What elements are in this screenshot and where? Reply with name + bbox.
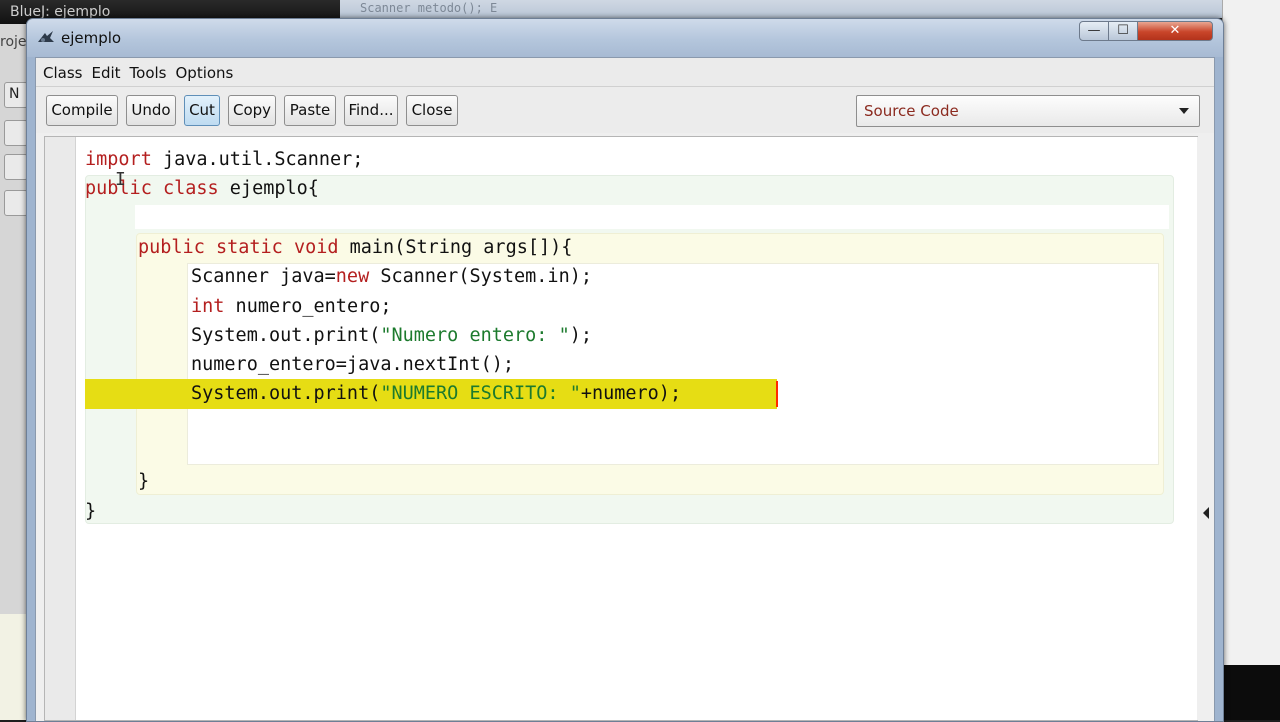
- copy-button[interactable]: Copy: [228, 95, 276, 126]
- code-keyword: import: [85, 149, 152, 170]
- paste-button[interactable]: Paste: [284, 95, 336, 126]
- view-selector-value: Source Code: [864, 102, 959, 120]
- code-text: }: [85, 500, 97, 522]
- code-line[interactable]: int numero_entero;: [191, 294, 392, 320]
- editor-right-strip: [1197, 137, 1213, 720]
- cut-button[interactable]: Cut: [184, 95, 220, 126]
- code-string: "Numero entero: ": [380, 324, 570, 346]
- menu-options[interactable]: Options: [170, 58, 237, 82]
- code-string: "NUMERO ESCRITO: ": [380, 383, 581, 405]
- mouse-ibeam-cursor: I: [115, 169, 126, 190]
- code-line[interactable]: }: [85, 499, 96, 525]
- view-selector[interactable]: Source Code: [856, 95, 1200, 127]
- code-text: ejemplo{: [218, 178, 319, 200]
- code-text: numero_entero=java.nextInt();: [191, 354, 515, 376]
- class-body-highlight: [135, 205, 1169, 229]
- background-panel-button[interactable]: N: [4, 82, 28, 108]
- code-keyword: static: [215, 236, 283, 258]
- menu-class[interactable]: Class: [38, 58, 86, 82]
- code-text: +numero);: [580, 383, 682, 405]
- bluej-app-icon: [38, 31, 54, 42]
- toolbar: Compile Undo Cut Copy Paste Find... Clos…: [36, 87, 1214, 133]
- scroll-position-marker-icon[interactable]: [1203, 507, 1209, 519]
- code-line[interactable]: numero_entero=java.nextInt();: [191, 352, 514, 378]
- code-text: Scanner java=: [191, 266, 336, 288]
- code-keyword: void: [293, 236, 339, 258]
- code-keyword: class: [162, 178, 219, 200]
- editor-window: ejemplo — ☐ ✕ Class Edit Tools Options Comp…: [26, 18, 1224, 722]
- code-line[interactable]: public static void main(String args[]){: [138, 235, 572, 261]
- background-right-window: [1222, 0, 1280, 665]
- undo-button[interactable]: Undo: [126, 95, 176, 126]
- code-text: );: [569, 324, 592, 346]
- window-client: Class Edit Tools Options Compile Undo Cut C…: [35, 57, 1215, 721]
- code-text: Scanner(System.in);: [369, 266, 592, 288]
- background-panel-fragment: roje: [0, 34, 27, 50]
- background-ghost-text: Scanner metodo(); E: [360, 1, 498, 15]
- background-panel-button[interactable]: [4, 190, 28, 216]
- window-title: ejemplo: [61, 29, 122, 47]
- code-keyword: new: [335, 266, 370, 288]
- maximize-button[interactable]: ☐: [1108, 21, 1138, 41]
- code-text: System.out.print(: [191, 324, 381, 346]
- menu-bar: Class Edit Tools Options: [36, 58, 1214, 87]
- menu-tools[interactable]: Tools: [125, 58, 171, 82]
- background-right-dark: [1222, 665, 1280, 720]
- code-line[interactable]: System.out.print("Numero entero: ");: [191, 323, 592, 349]
- code-line[interactable]: System.out.print("NUMERO ESCRITO: "+nume…: [191, 381, 681, 407]
- code-text: }: [138, 471, 150, 493]
- title-bar[interactable]: ejemplo — ☐ ✕: [27, 19, 1223, 57]
- code-text: main(String args[]){: [338, 236, 573, 258]
- compile-button[interactable]: Compile: [46, 95, 118, 126]
- editor-gutter: [45, 137, 76, 720]
- close-button[interactable]: Close: [406, 95, 458, 126]
- background-window-strip: Scanner metodo(); E: [340, 0, 1280, 18]
- chevron-down-icon: [1179, 108, 1189, 114]
- menu-edit[interactable]: Edit: [86, 58, 124, 82]
- find-button[interactable]: Find...: [344, 95, 398, 126]
- code-line[interactable]: }: [138, 469, 149, 495]
- code-text: System.out.print(: [191, 383, 381, 405]
- minimize-button[interactable]: —: [1079, 21, 1109, 41]
- text-caret: [776, 381, 778, 407]
- background-panel-button[interactable]: [4, 154, 28, 180]
- code-editor[interactable]: import java.util.Scanner; public class ej…: [44, 136, 1213, 721]
- code-text: java.util.Scanner;: [151, 149, 364, 170]
- code-line[interactable]: Scanner java=new Scanner(System.in);: [191, 264, 592, 290]
- code-text: numero_entero;: [224, 295, 392, 317]
- close-window-button[interactable]: ✕: [1137, 21, 1213, 41]
- code-keyword: int: [191, 295, 225, 317]
- code-keyword: public: [138, 236, 205, 258]
- background-panel-button[interactable]: [4, 120, 28, 146]
- code-line[interactable]: import java.util.Scanner;: [85, 147, 363, 173]
